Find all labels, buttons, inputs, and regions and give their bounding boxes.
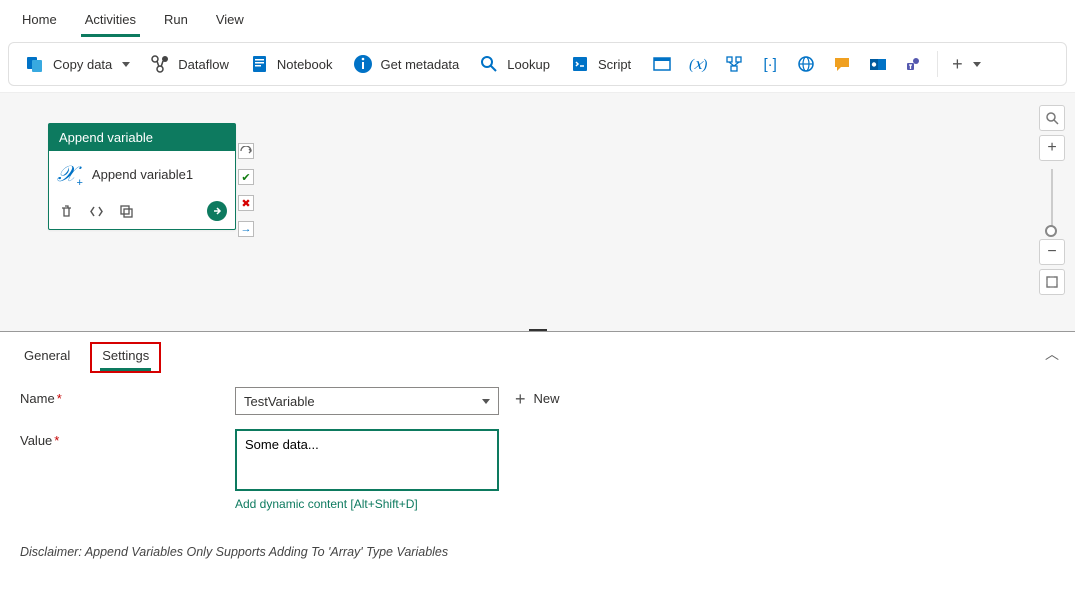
nav-home[interactable]: Home [8,6,71,37]
script-label: Script [598,57,631,72]
pipeline-canvas[interactable]: Append variable 𝒳+ Append variable1 ✔ ✖ … [0,92,1075,332]
copy-data-icon [25,54,45,74]
add-activity-button[interactable]: + [944,53,989,75]
settings-form: Name* TestVariable + New Value* Add dyna… [0,373,1075,545]
zoom-search-icon[interactable] [1039,105,1065,131]
code-icon[interactable] [87,202,105,220]
notebook-button[interactable]: Notebook [239,50,343,78]
zoom-in-button[interactable]: + [1039,135,1065,161]
brackets-icon[interactable]: [·] [759,53,781,75]
zoom-slider[interactable] [1051,169,1053,231]
ribbon-container: Copy data Dataflow Notebook Get metadata… [0,38,1075,92]
property-tabs: General Settings ︿ [0,332,1075,373]
layout-icon[interactable] [651,53,673,75]
nav-view[interactable]: View [202,6,258,37]
script-icon [570,54,590,74]
copy-icon[interactable] [117,202,135,220]
activity-node[interactable]: Append variable 𝒳+ Append variable1 [48,123,236,230]
value-textarea[interactable] [235,429,499,491]
branch-skip-icon[interactable] [238,143,254,159]
plus-icon: + [515,392,526,406]
script-button[interactable]: Script [560,50,641,78]
tab-general[interactable]: General [12,342,82,373]
dataflow-label: Dataflow [178,57,229,72]
value-label: Value* [20,429,235,448]
notebook-icon [249,54,269,74]
get-metadata-button[interactable]: Get metadata [343,50,470,78]
branch-completion-icon[interactable]: → [238,221,254,237]
zoom-controls: + − [1039,105,1065,295]
collapse-panel-icon[interactable]: ︿ [1045,344,1059,364]
zoom-slider-thumb[interactable] [1045,225,1057,237]
teams-icon[interactable] [903,53,925,75]
fit-screen-button[interactable] [1039,269,1065,295]
outlook-icon[interactable] [867,53,889,75]
nav-activities[interactable]: Activities [71,6,150,37]
name-select-value: TestVariable [244,394,315,409]
chevron-down-icon [122,62,130,67]
new-variable-button[interactable]: + New [515,387,560,406]
top-nav: Home Activities Run View [0,0,1075,38]
copy-data-label: Copy data [53,57,112,72]
search-icon [479,54,499,74]
dynamic-content-link[interactable]: Add dynamic content [Alt+Shift+D] [235,497,499,511]
ribbon: Copy data Dataflow Notebook Get metadata… [8,42,1067,86]
branch-success-icon[interactable]: ✔ [238,169,254,185]
activity-name: Append variable1 [92,167,193,182]
dataflow-button[interactable]: Dataflow [140,50,239,78]
plus-icon: + [952,57,963,71]
run-arrow-icon[interactable] [207,201,227,221]
activity-footer [49,195,235,229]
zoom-out-button[interactable]: − [1039,239,1065,265]
dataflow-icon [150,54,170,74]
copy-data-button[interactable]: Copy data [15,50,140,78]
disclaimer-text: Disclaimer: Append Variables Only Suppor… [0,545,1075,559]
delete-icon[interactable] [57,202,75,220]
ribbon-separator [937,51,938,77]
merge-icon[interactable] [723,53,745,75]
variable-icon[interactable]: (𝑥) [687,53,709,75]
get-metadata-label: Get metadata [381,57,460,72]
name-label: Name* [20,387,235,406]
notebook-label: Notebook [277,57,333,72]
lookup-label: Lookup [507,57,550,72]
ribbon-extra-icons: (𝑥) [·] [645,47,931,81]
activity-body: 𝒳+ Append variable1 [49,151,235,195]
info-icon [353,54,373,74]
activity-type-label: Append variable [49,124,235,151]
chat-icon[interactable] [831,53,853,75]
variable-x-icon: 𝒳+ [57,161,76,187]
name-select[interactable]: TestVariable [235,387,499,415]
lookup-button[interactable]: Lookup [469,50,560,78]
chevron-down-icon [973,62,981,67]
new-label: New [534,391,560,406]
branch-handles: ✔ ✖ → [238,143,254,237]
branch-fail-icon[interactable]: ✖ [238,195,254,211]
nav-run[interactable]: Run [150,6,202,37]
tab-settings[interactable]: Settings [90,342,161,373]
globe-icon[interactable] [795,53,817,75]
